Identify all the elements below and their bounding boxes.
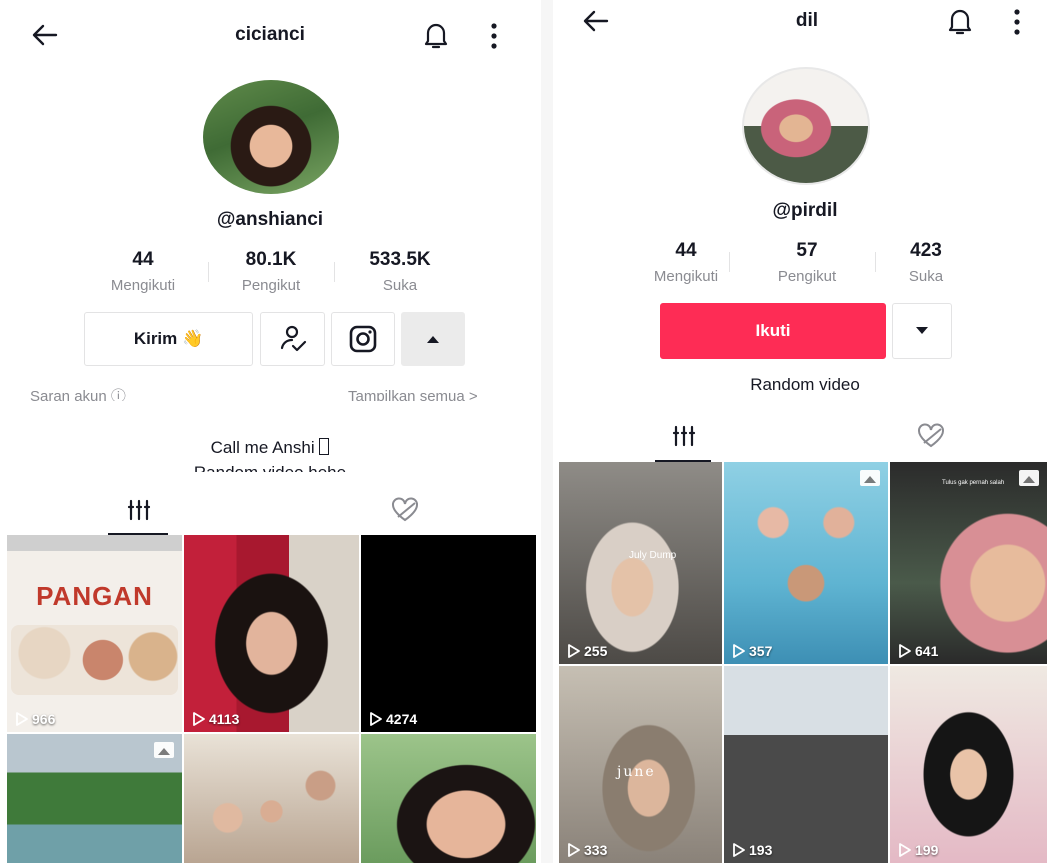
video-tile[interactable]: 199	[890, 666, 1047, 863]
videos-grid-tab[interactable]	[667, 423, 701, 449]
video-overlay-text: june	[617, 764, 656, 780]
video-tile[interactable]: 357	[724, 462, 888, 664]
video-tile[interactable]: 4113	[184, 535, 359, 732]
suggested-accounts-dropdown[interactable]	[892, 303, 952, 359]
following-count[interactable]: 44	[93, 249, 193, 271]
following-count[interactable]: 44	[636, 240, 736, 262]
photo-mode-icon	[154, 742, 174, 758]
instagram-button[interactable]	[331, 312, 395, 366]
followers-count[interactable]: 80.1K	[221, 249, 321, 271]
following-label: Mengikuti	[653, 268, 719, 285]
bio-line-2: Random video hehe	[120, 462, 420, 472]
view-count: 193	[732, 842, 772, 858]
view-count: 199	[898, 842, 938, 858]
video-tile[interactable]: July Dump 255	[559, 462, 722, 664]
play-icon	[16, 712, 28, 726]
play-icon	[370, 712, 382, 726]
video-tile[interactable]: 193	[724, 666, 888, 863]
play-icon	[568, 644, 580, 658]
collapse-suggestions-button[interactable]	[401, 312, 465, 366]
avatar[interactable]	[742, 67, 870, 185]
view-count: 641	[898, 643, 938, 659]
play-icon	[733, 843, 745, 857]
profile-username-title: dil	[795, 10, 819, 31]
photo-mode-icon	[860, 470, 880, 486]
play-icon	[899, 644, 911, 658]
message-button[interactable]: Kirim 👋	[84, 312, 253, 366]
video-tile[interactable]: PANGAN 966	[7, 535, 182, 732]
view-count: 4274	[369, 711, 417, 727]
video-tile[interactable]: Tulus gak pernah salah 641	[890, 462, 1047, 664]
view-count: 966	[15, 711, 55, 727]
view-count: 4113	[192, 711, 239, 727]
following-label: Mengikuti	[110, 277, 176, 294]
play-icon	[899, 843, 911, 857]
view-count: 357	[732, 643, 772, 659]
profile-panel-left: cicianci @anshianci 44 Mengikuti 80.1K P…	[0, 0, 541, 863]
bell-icon[interactable]	[419, 18, 453, 52]
more-options-icon[interactable]	[484, 20, 504, 52]
panel-divider	[541, 0, 553, 863]
back-arrow-icon[interactable]	[581, 6, 611, 36]
view-count: 255	[567, 643, 607, 659]
video-overlay-text: Tulus gak pernah salah	[942, 480, 1005, 486]
followers-label: Pengikut	[777, 268, 837, 285]
video-tile[interactable]: june 333	[559, 666, 722, 863]
profile-handle: @anshianci	[216, 209, 324, 230]
video-overlay-text: July Dump	[629, 550, 677, 561]
bio: Random video	[750, 375, 860, 394]
suggested-accounts-label: Saran akun ⓘ	[30, 388, 126, 401]
view-count: 333	[567, 842, 607, 858]
caret-up-icon	[427, 336, 439, 343]
video-tile[interactable]	[184, 734, 359, 863]
likes-label: Suka	[908, 268, 944, 285]
profile-panel-right: dil @pirdil 44 Mengikuti 57 Pengikut 423…	[553, 0, 1047, 863]
bio-line-1: Call me Anshi	[120, 438, 420, 458]
video-tile[interactable]	[7, 734, 182, 863]
profile-handle: @pirdil	[772, 200, 838, 221]
likes-label: Suka	[382, 277, 418, 294]
back-arrow-icon[interactable]	[30, 20, 60, 50]
person-check-icon	[280, 325, 306, 352]
avatar[interactable]	[203, 80, 339, 194]
grid-icon	[127, 499, 151, 521]
message-button-label: Kirim 👋	[133, 329, 204, 348]
video-tile[interactable]	[361, 734, 536, 863]
photo-mode-icon	[1019, 470, 1039, 486]
caret-down-icon	[916, 327, 928, 334]
play-icon	[193, 712, 205, 726]
profile-username-title: cicianci	[235, 24, 305, 45]
followers-label: Pengikut	[241, 277, 301, 294]
likes-count[interactable]: 533.5K	[350, 249, 450, 271]
play-icon	[733, 644, 745, 658]
likes-count[interactable]: 423	[876, 240, 976, 262]
liked-videos-tab[interactable]	[915, 423, 947, 449]
video-tile[interactable]: 4274	[361, 535, 536, 732]
instagram-icon	[349, 325, 377, 353]
bell-icon[interactable]	[943, 4, 977, 38]
liked-videos-tab[interactable]	[389, 497, 421, 523]
hidden-heart-icon	[392, 497, 418, 522]
more-options-icon[interactable]	[1007, 6, 1027, 38]
hidden-heart-icon	[918, 423, 944, 448]
videos-grid-tab[interactable]	[122, 497, 156, 523]
friend-status-button[interactable]	[260, 312, 325, 366]
followers-count[interactable]: 57	[757, 240, 857, 262]
play-icon	[568, 843, 580, 857]
follow-button[interactable]: Ikuti	[660, 303, 886, 359]
video-overlay-text: PANGAN	[36, 581, 153, 611]
grid-icon	[672, 425, 696, 447]
show-all-link[interactable]: Tampilkan semua >	[348, 385, 518, 401]
